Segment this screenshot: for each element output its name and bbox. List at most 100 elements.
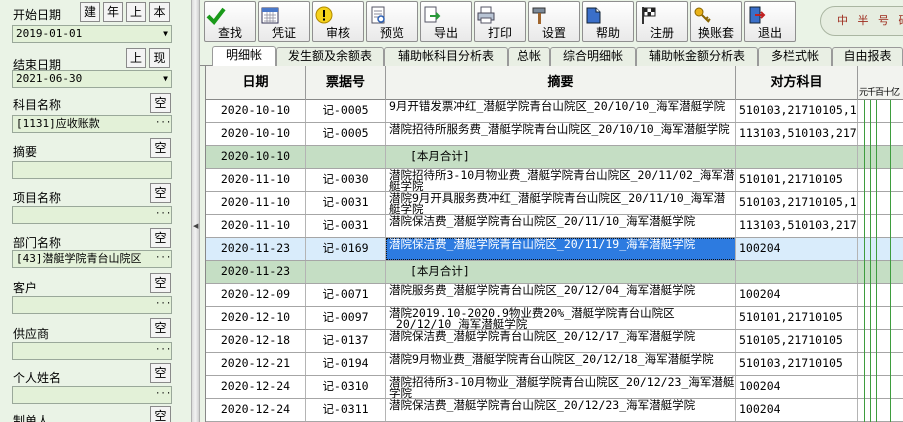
tab-balance-sheet[interactable]: 发生额及余额表: [276, 47, 384, 66]
selected-table-row[interactable]: 2020-11-23 记-0169 潜院保洁费_潜艇学院青台山院区_20/11/…: [206, 238, 903, 261]
ledger-grid[interactable]: 日期 票据号 摘要 对方科目 元千百十亿 2020-10-10 记-0005 9…: [205, 66, 903, 422]
find-button[interactable]: 查找: [204, 1, 256, 42]
voucher-button[interactable]: 凭证: [258, 1, 310, 42]
start-date-year-button[interactable]: 年: [103, 2, 123, 22]
header-voucher-no[interactable]: 票据号: [306, 66, 386, 100]
switch-book-button[interactable]: 换账套: [690, 1, 742, 42]
cell-date: 2020-11-10: [206, 215, 306, 237]
table-row[interactable]: 2020-10-10 记-0005 潜院招待所服务费_潜艇学院青台山院区_20/…: [206, 123, 903, 146]
tab-multi-column[interactable]: 多栏式帐: [758, 47, 832, 66]
supplier-clear-button[interactable]: 空: [150, 318, 171, 338]
start-date-prev-button[interactable]: 上: [126, 2, 146, 22]
cell-counter-account: 510101,21710105: [736, 307, 858, 329]
customer-field[interactable]: ···: [12, 296, 172, 314]
cell-date: 2020-11-23: [206, 261, 306, 283]
table-row[interactable]: 2020-11-10 记-0030 潜院招待所3-10月物业费_潜艇学院青台山院…: [206, 169, 903, 192]
chevron-down-icon[interactable]: ▼: [163, 26, 168, 42]
header-date[interactable]: 日期: [206, 66, 306, 100]
tab-general-ledger[interactable]: 总帐: [508, 47, 550, 66]
tab-comprehensive-detail[interactable]: 综合明细帐: [550, 47, 636, 66]
cell-counter-account: 113103,510103,217: [736, 215, 858, 237]
table-row[interactable]: 2020-12-24 记-0311 潜院保洁费_潜艇学院青台山院区_20/12/…: [206, 399, 903, 422]
tab-free-report[interactable]: 自由报表: [832, 47, 903, 66]
subject-name-field[interactable]: [1131]应收账款 ···: [12, 115, 172, 133]
project-name-field[interactable]: ···: [12, 206, 172, 224]
tab-detail-ledger[interactable]: 明细帐: [212, 46, 276, 67]
more-icon[interactable]: ···: [155, 207, 171, 223]
project-clear-button[interactable]: 空: [150, 183, 171, 203]
help-button[interactable]: 帮助: [582, 1, 634, 42]
cell-summary: 潜院招待所服务费_潜艇学院青台山院区_20/10/10_海军潜艇学院: [386, 123, 736, 145]
settings-button[interactable]: 设置: [528, 1, 580, 42]
grid-header: 日期 票据号 摘要 对方科目 元千百十亿: [206, 66, 903, 100]
subject-name-label: 科目名称: [13, 98, 62, 112]
cell-voucher-no: 记-0310: [306, 376, 386, 398]
customer-clear-button[interactable]: 空: [150, 273, 171, 293]
cell-voucher-no: 记-0005: [306, 123, 386, 145]
table-row[interactable]: 2020-12-24 记-0310 潜院招待所3-10月物业_潜艇学院青台山院区…: [206, 376, 903, 399]
table-row[interactable]: 2020-12-18 记-0137 潜院保洁费_潜艇学院青台山院区_20/12/…: [206, 330, 903, 353]
export-button[interactable]: 导出: [420, 1, 472, 42]
cell-summary: 潜院2019.10-2020.9物业费20%_潜艇学院青台山院区_20/12/1…: [386, 307, 736, 329]
end-date-select[interactable]: 2021-06-30 ▼: [12, 70, 172, 88]
table-row[interactable]: 2020-11-10 记-0031 潜院保洁费_潜艇学院青台山院区_20/11/…: [206, 215, 903, 238]
table-row[interactable]: 2020-11-10 记-0031 潜院9月开具服务费冲红_潜艇学院青台山院区_…: [206, 192, 903, 215]
cell-summary: 潜院9月物业费_潜艇学院青台山院区_20/12/18_海军潜艇学院: [386, 353, 736, 375]
cell-date: 2020-10-10: [206, 100, 306, 122]
cell-voucher-no: [306, 146, 386, 168]
table-row[interactable]: 2020-12-10 记-0097 潜院2019.10-2020.9物业费20%…: [206, 307, 903, 330]
table-row[interactable]: 2020-10-10 记-0005 9月开错发票冲红_潜艇学院青台山院区_20/…: [206, 100, 903, 123]
subtotal-row[interactable]: 2020-10-10 [本月合计]: [206, 146, 903, 169]
check-icon: [206, 7, 226, 26]
cell-counter-account: 100204: [736, 399, 858, 421]
start-date-create-button[interactable]: 建: [80, 2, 100, 22]
header-counter-account[interactable]: 对方科目: [736, 66, 858, 100]
header-summary[interactable]: 摘要: [386, 66, 736, 100]
cell-counter-account: 510103,21710105,1: [736, 192, 858, 214]
person-name-field[interactable]: ···: [12, 386, 172, 404]
cell-voucher-no: [306, 261, 386, 283]
cell-summary: 潜院保洁费_潜艇学院青台山院区_20/12/23_海军潜艇学院: [386, 399, 736, 421]
subject-clear-button[interactable]: 空: [150, 93, 171, 113]
cell-date: 2020-12-09: [206, 284, 306, 306]
start-date-select[interactable]: 2019-01-01 ▼: [12, 25, 172, 43]
exit-icon: [749, 6, 766, 24]
more-icon[interactable]: ···: [155, 343, 171, 359]
summary-label: 摘要: [13, 145, 38, 159]
cell-voucher-no: 记-0097: [306, 307, 386, 329]
cell-counter-account: 100204: [736, 284, 858, 306]
more-icon[interactable]: ···: [155, 116, 171, 132]
collapse-arrow-icon[interactable]: ◀: [193, 222, 198, 230]
dept-name-field[interactable]: [43]潜艇学院青台山院区 ···: [12, 250, 172, 268]
amount-digit-line: [890, 100, 891, 422]
chevron-down-icon[interactable]: ▼: [163, 71, 168, 87]
print-button[interactable]: 打印: [474, 1, 526, 42]
register-button[interactable]: 注册: [636, 1, 688, 42]
settings-button-label: 设置: [541, 26, 566, 40]
dept-clear-button[interactable]: 空: [150, 228, 171, 248]
supplier-field[interactable]: ···: [12, 342, 172, 360]
more-icon[interactable]: ···: [155, 387, 171, 403]
summary-clear-button[interactable]: 空: [150, 138, 171, 158]
preview-button[interactable]: 预览: [366, 1, 418, 42]
more-icon[interactable]: ···: [155, 297, 171, 313]
audit-button[interactable]: 审核: [312, 1, 364, 42]
end-date-prev-button[interactable]: 上: [126, 48, 146, 68]
tab-aux-subject-analysis[interactable]: 辅助帐科目分析表: [384, 47, 508, 66]
summary-field[interactable]: [12, 161, 172, 179]
exit-button[interactable]: 退出: [744, 1, 796, 42]
end-date-now-button[interactable]: 现: [149, 48, 170, 68]
tab-aux-amount-analysis[interactable]: 辅助帐金额分析表: [636, 47, 758, 66]
start-date-current-button[interactable]: 本: [149, 2, 170, 22]
subtotal-row[interactable]: 2020-11-23 [本月合计]: [206, 261, 903, 284]
table-row[interactable]: 2020-12-09 记-0071 潜院服务费_潜艇学院青台山院区_20/12/…: [206, 284, 903, 307]
cell-date: 2020-12-24: [206, 399, 306, 421]
supplier-label: 供应商: [13, 327, 50, 341]
table-row[interactable]: 2020-12-21 记-0194 潜院9月物业费_潜艇学院青台山院区_20/1…: [206, 353, 903, 376]
person-clear-button[interactable]: 空: [150, 363, 171, 383]
panel-splitter[interactable]: ◀: [191, 0, 200, 422]
book-icon: [586, 7, 601, 24]
more-icon[interactable]: ···: [155, 251, 171, 267]
cell-counter-account: 100204: [736, 376, 858, 398]
maker-clear-button[interactable]: 空: [150, 406, 171, 422]
